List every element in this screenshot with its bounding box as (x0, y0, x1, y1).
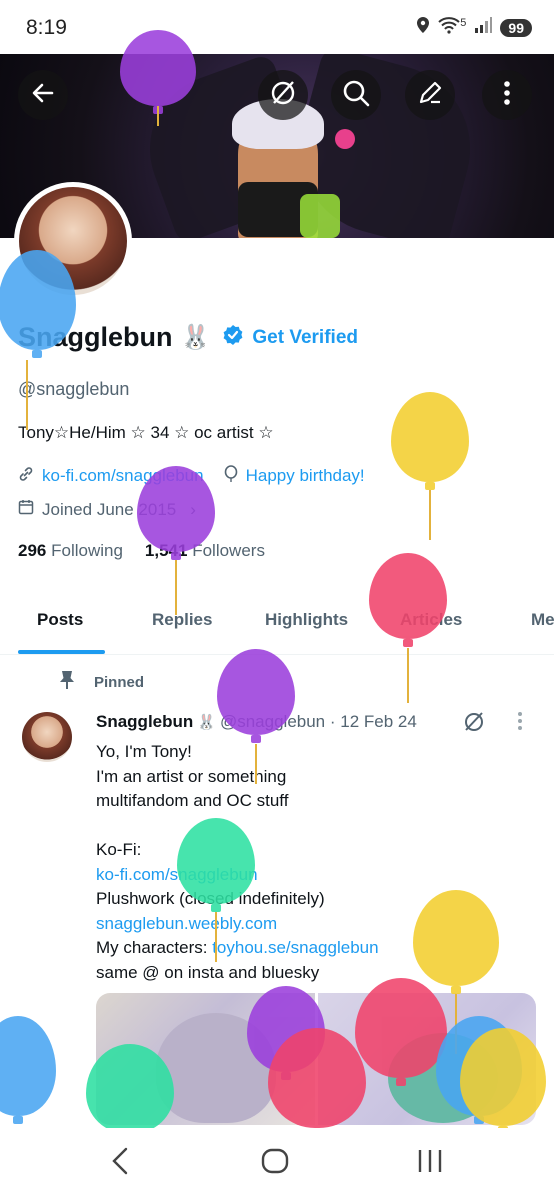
balloon-pink (369, 553, 447, 647)
balloon-string (175, 560, 177, 615)
balloon-yellow (391, 392, 469, 490)
tab-highlights[interactable]: Highlights (265, 610, 348, 630)
birthday-link[interactable]: Happy birthday! (224, 465, 365, 487)
banner-art-heart (335, 129, 355, 149)
following-count: 296 (18, 541, 47, 560)
post-line: multifandom and OC stuff (96, 791, 289, 810)
post-header: Snagglebun 🐰 @snagglebun · 12 Feb 24 (96, 712, 536, 732)
post-line: Yo, I'm Tony! (96, 742, 192, 761)
get-verified-label: Get Verified (252, 326, 358, 348)
balloon-teal (86, 1044, 174, 1142)
active-tab-indicator (18, 650, 105, 654)
profile-handle: @snagglebun (18, 379, 130, 399)
search-icon (342, 79, 370, 112)
following-label: Following (51, 541, 123, 560)
grok-icon (268, 78, 298, 113)
balloon-purple (137, 466, 215, 560)
back-button[interactable] (18, 70, 68, 120)
profile-bio: Tony☆He/Him ☆ 34 ☆ oc artist ☆ (18, 423, 274, 442)
balloon-purple (217, 649, 295, 743)
post-line: I'm an artist or something (96, 766, 287, 786)
nav-recents-icon[interactable] (417, 1146, 443, 1184)
system-nav-bar (0, 1128, 554, 1200)
balloon-string (26, 360, 28, 430)
status-bar: 8:19 5 99 (0, 0, 554, 54)
nav-home-icon[interactable] (261, 1146, 289, 1184)
follow-counts: 296 Following 1,541 Followers (18, 541, 265, 561)
verified-badge-icon (222, 322, 244, 353)
edit-icon (417, 80, 443, 111)
birthday-text: Happy birthday! (245, 466, 365, 485)
weebly-link[interactable]: snagglebun.weebly.com (96, 912, 379, 937)
balloon-yellow (413, 890, 499, 994)
balloon-string (407, 648, 409, 703)
post-author-name[interactable]: Snagglebun (96, 712, 193, 732)
balloon-blue (0, 1016, 56, 1124)
balloon-yellow (460, 1028, 546, 1134)
more-vertical-icon (502, 79, 512, 112)
post-line: same @ on insta and bluesky (96, 962, 320, 982)
post-author-emoji: 🐰 (197, 714, 216, 731)
more-button[interactable] (482, 70, 532, 120)
get-verified-link[interactable]: Get Verified (222, 322, 358, 353)
balloon-purple (120, 30, 196, 114)
nav-back-icon[interactable] (110, 1146, 130, 1184)
location-icon (416, 16, 430, 39)
balloon-pink (268, 1028, 366, 1136)
followers-label: Followers (192, 541, 265, 560)
search-button[interactable] (331, 70, 381, 120)
balloon-string (429, 490, 431, 540)
name-emoji: 🐰 (180, 324, 211, 351)
status-time: 8:19 (26, 16, 67, 39)
tab-posts[interactable]: Posts (37, 610, 83, 630)
post-line: My characters: (96, 938, 213, 957)
status-icons: 5 99 (416, 16, 532, 39)
balloon-string (255, 744, 257, 784)
post-more-button[interactable] (516, 710, 524, 738)
calendar-icon (18, 499, 34, 520)
pinned-indicator: Pinned (58, 670, 144, 694)
balloon-string (157, 106, 159, 126)
signal-label: 5 (460, 16, 467, 29)
balloon-icon (224, 465, 238, 487)
post-grok-button[interactable] (462, 710, 486, 740)
balloon-pink (355, 978, 447, 1086)
battery-badge: 99 (500, 18, 532, 37)
pin-icon (58, 670, 76, 694)
wifi-icon (438, 16, 460, 39)
cell-signal-icon (474, 17, 493, 38)
grok-button[interactable] (258, 70, 308, 120)
tab-media[interactable]: Me (531, 610, 554, 630)
edit-button[interactable] (405, 70, 455, 120)
balloon-teal (177, 818, 255, 912)
toyhouse-link[interactable]: toyhou.se/snagglebun (212, 938, 378, 957)
banner-art-accent (300, 194, 340, 238)
profile-tabs: Posts Replies Highlights Articles Me (0, 600, 554, 655)
tab-replies[interactable]: Replies (152, 610, 212, 630)
post-line-characters: My characters: toyhou.se/snagglebun (96, 936, 379, 961)
back-arrow-icon (30, 80, 56, 111)
pinned-label: Pinned (94, 673, 145, 691)
link-icon (18, 466, 34, 486)
post-author-avatar[interactable] (22, 712, 72, 762)
following-link[interactable]: 296 Following (18, 541, 123, 561)
balloon-string (215, 912, 217, 962)
